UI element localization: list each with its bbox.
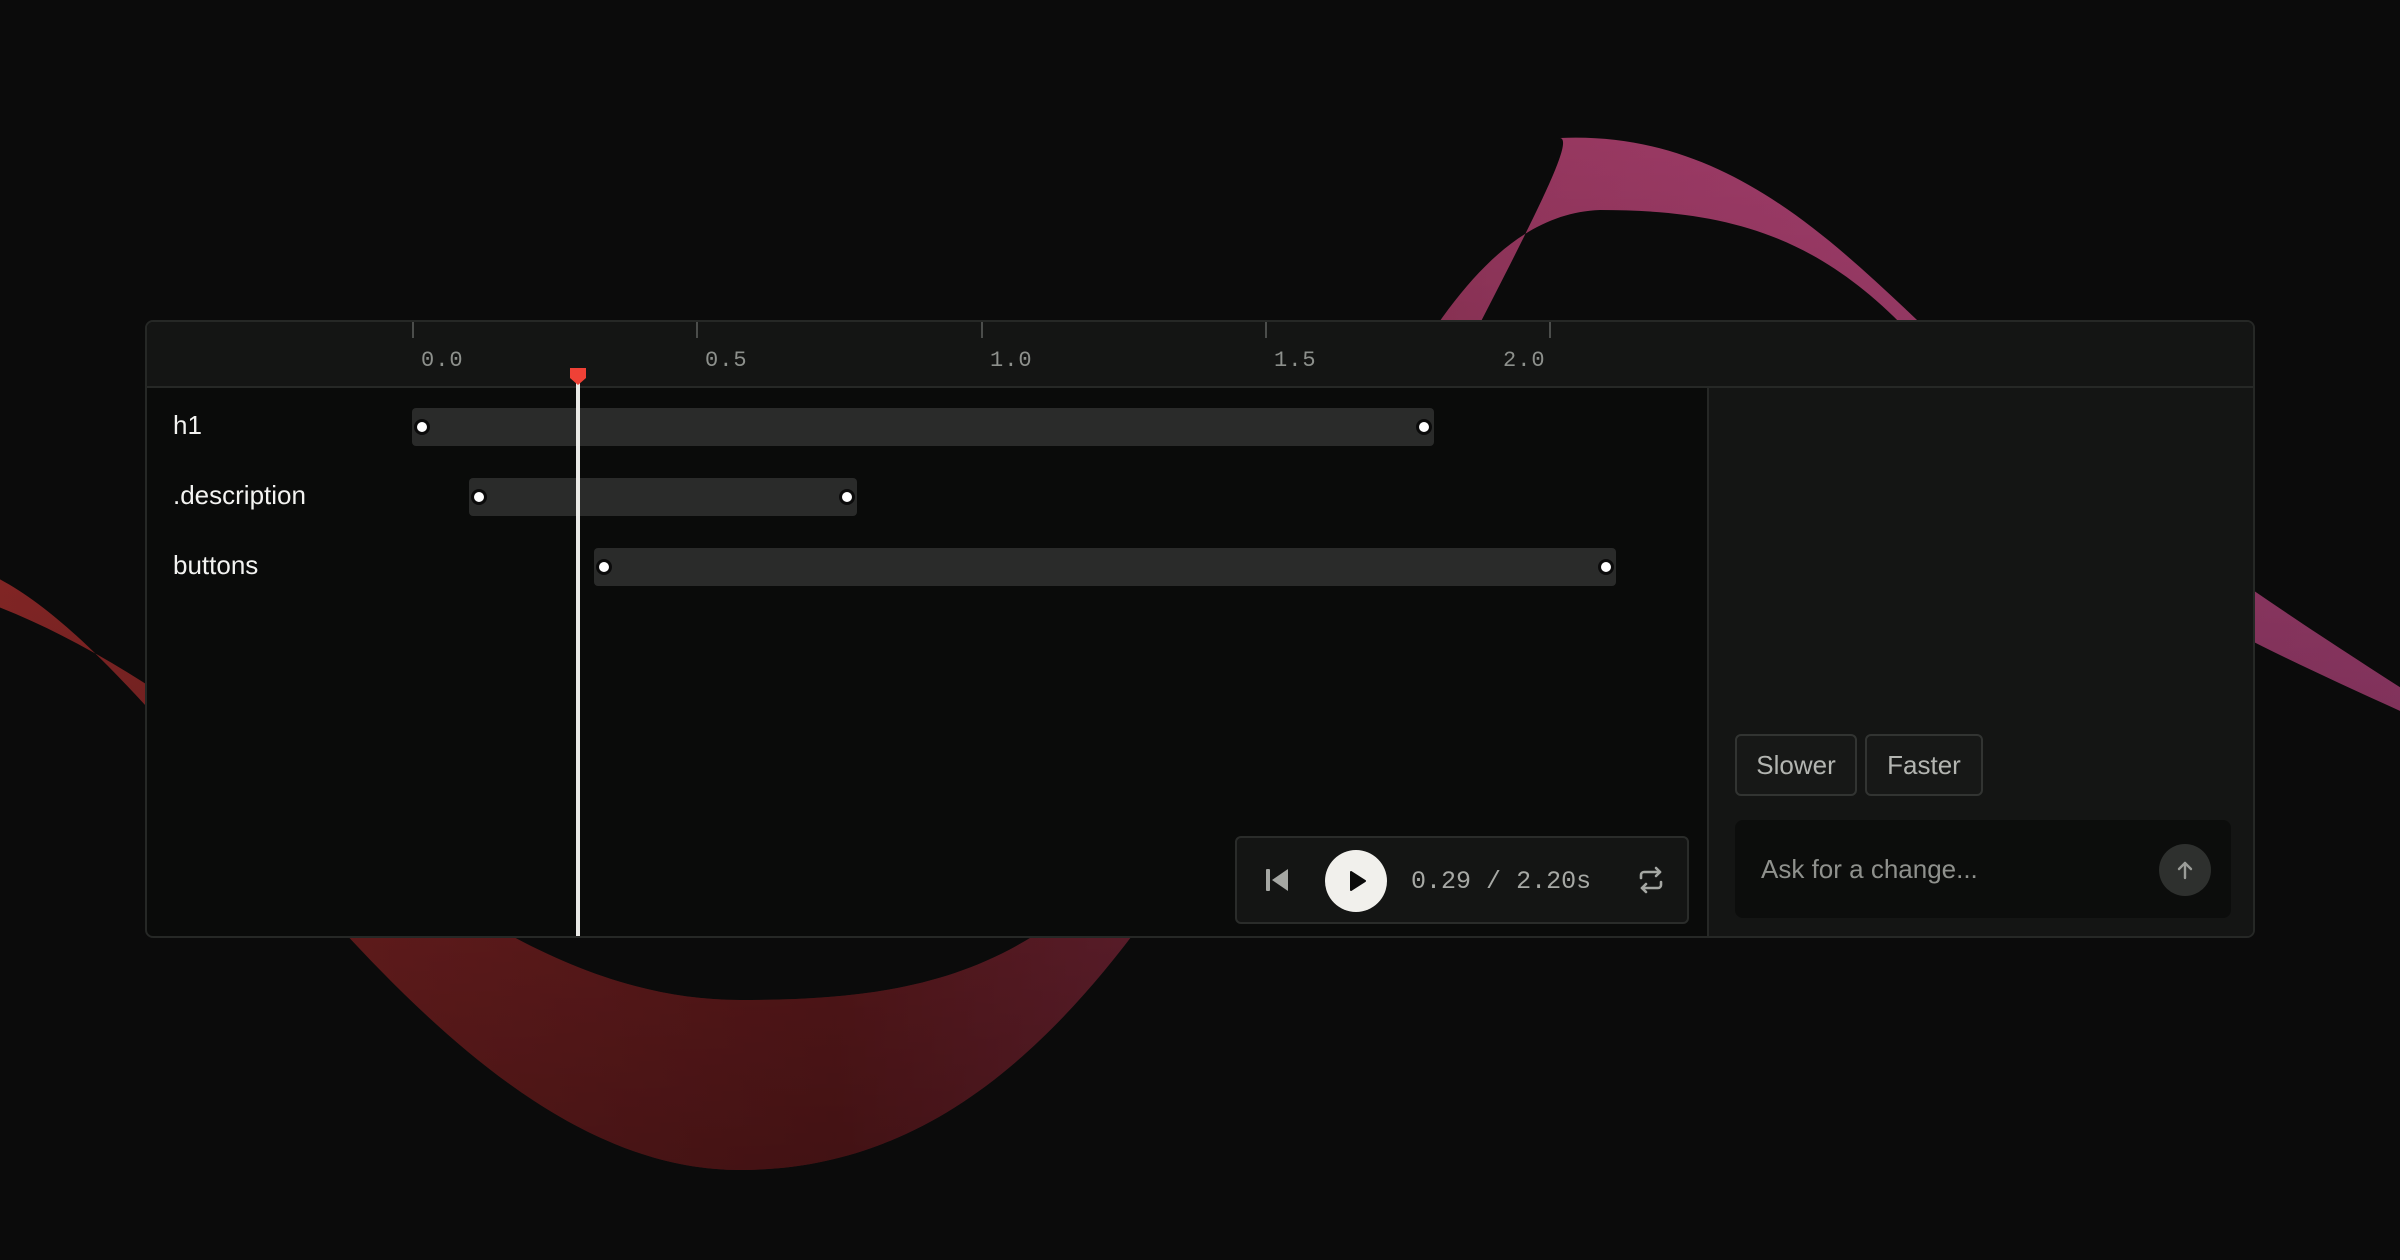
keyframe-start[interactable] xyxy=(596,559,612,575)
slower-button[interactable]: Slower xyxy=(1735,734,1857,796)
faster-button[interactable]: Faster xyxy=(1865,734,1983,796)
ruler-tick xyxy=(1265,322,1267,338)
track-label-buttons: buttons xyxy=(173,550,259,580)
keyframe-end[interactable] xyxy=(1416,419,1432,435)
timeline-panel: 0.0 0.5 1.0 1.5 2.0 h1 .description butt… xyxy=(145,320,2255,938)
ask-input[interactable] xyxy=(1761,820,2141,918)
ruler-tick-label: 2.0 xyxy=(1503,348,1546,373)
skip-back-icon xyxy=(1266,869,1288,891)
play-icon xyxy=(1350,871,1366,891)
ai-assistant-panel: Slower Faster xyxy=(1707,388,2253,936)
timeline-ruler[interactable]: 0.0 0.5 1.0 1.5 2.0 xyxy=(147,322,2253,388)
keyframe-end[interactable] xyxy=(1598,559,1614,575)
total-time: 2.20s xyxy=(1516,867,1592,896)
keyframe-start[interactable] xyxy=(414,419,430,435)
time-separator: / xyxy=(1486,867,1502,896)
ruler-tick-label: 1.5 xyxy=(1274,348,1317,373)
loop-icon xyxy=(1639,866,1663,894)
arrow-up-icon xyxy=(2177,861,2193,880)
ruler-tick-label: 0.5 xyxy=(705,348,748,373)
time-readout: 0.29 / 2.20s xyxy=(1411,867,1591,896)
ruler-tick-label: 0.0 xyxy=(421,348,464,373)
ask-box xyxy=(1735,820,2231,918)
track-bar-description[interactable] xyxy=(469,478,857,516)
ruler-tick xyxy=(981,322,983,338)
playhead-line[interactable] xyxy=(576,378,580,936)
playback-controls: 0.29 / 2.20s xyxy=(1235,836,1689,924)
keyframe-end[interactable] xyxy=(839,489,855,505)
playhead-handle[interactable] xyxy=(568,366,588,386)
keyframe-start[interactable] xyxy=(471,489,487,505)
play-button[interactable] xyxy=(1325,850,1387,912)
track-bar-h1[interactable] xyxy=(412,408,1434,446)
loop-button[interactable] xyxy=(1631,860,1671,900)
track-label-description: .description xyxy=(173,480,306,510)
track-label-h1: h1 xyxy=(173,410,202,440)
skip-to-start-button[interactable] xyxy=(1257,860,1297,900)
ruler-tick xyxy=(412,322,414,338)
ruler-tick xyxy=(696,322,698,338)
send-button[interactable] xyxy=(2159,844,2211,896)
track-area: h1 .description buttons 0.29 / 2.20s xyxy=(147,388,1707,936)
track-bar-buttons[interactable] xyxy=(594,548,1616,586)
current-time: 0.29 xyxy=(1411,867,1472,896)
ruler-tick-label: 1.0 xyxy=(990,348,1033,373)
ruler-tick xyxy=(1549,322,1551,338)
